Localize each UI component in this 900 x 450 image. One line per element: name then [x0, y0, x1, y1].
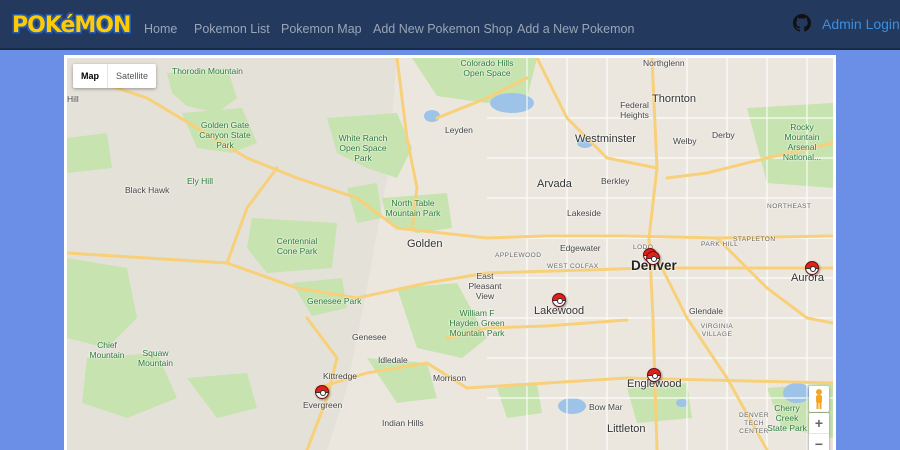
pokemon-marker[interactable]: [805, 261, 819, 275]
map-label: Northglenn: [643, 58, 685, 68]
map-label: Berkley: [601, 176, 630, 186]
nav-add-new-pokemon[interactable]: Add a New Pokemon: [517, 22, 634, 36]
map-label: North Table Mountain Park: [385, 198, 441, 218]
map-label: Leyden: [445, 125, 473, 135]
navbar: POKéMON Home Pokemon List Pokemon Map Ad…: [0, 0, 900, 50]
map-label: Ely Hill: [187, 176, 213, 186]
map-label: Bow Mar: [589, 402, 623, 412]
map-label: NORTHEAST: [767, 203, 812, 210]
pokemon-logo[interactable]: POKéMON: [12, 13, 131, 38]
map-label: Chief Mountain: [89, 340, 125, 360]
map-label: Kittredge: [323, 371, 358, 381]
map-label: Edgewater: [560, 243, 601, 253]
map-label: Genesee Park: [307, 296, 362, 306]
github-icon[interactable]: [793, 14, 811, 32]
map-label: Federal Heights: [620, 100, 649, 120]
map-label: Centennial Cone Park: [276, 236, 318, 256]
map-label: Cherry Creek State Park: [767, 403, 807, 433]
map-container: Map Satellite Thorodin Mountain Hill Gol…: [64, 55, 836, 450]
map-label: Thornton: [652, 93, 697, 105]
map-label: Littleton: [607, 423, 646, 435]
pegman-icon: [816, 389, 822, 409]
map-label: Westminster: [575, 133, 636, 145]
pokemon-marker[interactable]: [646, 251, 660, 265]
map-label: Golden Gate Canyon State Park: [199, 120, 251, 150]
street-view-pegman[interactable]: [809, 386, 829, 412]
map-label: Thorodin Mountain: [172, 66, 243, 76]
pokemon-marker[interactable]: [315, 385, 329, 399]
nav-home[interactable]: Home: [144, 22, 177, 36]
map-type-control: Map Satellite: [73, 64, 157, 88]
nav-pokemon-list[interactable]: Pokemon List: [194, 22, 270, 36]
nav-add-new-pokemon-shop[interactable]: Add New Pokemon Shop: [373, 22, 513, 36]
map-label: Idledale: [378, 355, 408, 365]
admin-login-link[interactable]: Admin Login: [822, 16, 900, 32]
map-label: Hill: [67, 94, 79, 104]
map-type-satellite-button[interactable]: Satellite: [107, 64, 156, 88]
map-label: PARK HILL: [701, 241, 739, 248]
zoom-in-button[interactable]: +: [809, 413, 829, 434]
zoom-control: + −: [809, 413, 829, 450]
map-base-layer: [67, 58, 833, 450]
map-label: Rocky Mountain Arsenal National...: [782, 122, 822, 162]
map-label: APPLEWOOD: [495, 252, 542, 259]
pokemon-marker[interactable]: [552, 293, 566, 307]
map-type-map-button[interactable]: Map: [73, 64, 107, 88]
map-label: Derby: [712, 130, 735, 140]
zoom-out-button[interactable]: −: [809, 434, 829, 450]
map-label: WEST COLFAX: [547, 263, 599, 270]
map-label: Indian Hills: [382, 418, 424, 428]
google-map[interactable]: Map Satellite Thorodin Mountain Hill Gol…: [67, 58, 833, 450]
map-label: East Pleasant View: [468, 271, 502, 301]
map-label: William F Hayden Green Mountain Park: [449, 308, 505, 338]
map-label: Black Hawk: [125, 185, 170, 195]
map-label: Genesee: [352, 332, 387, 342]
map-label: Glendale: [689, 306, 724, 316]
map-label: White Ranch Open Space Park: [338, 133, 388, 163]
map-label: Evergreen: [303, 400, 343, 410]
map-label: Golden: [407, 238, 443, 250]
map-label: Arvada: [537, 178, 572, 190]
map-label: VIRGINIA VILLAGE: [700, 323, 734, 338]
nav-pokemon-map[interactable]: Pokemon Map: [281, 22, 362, 36]
map-label: Squaw Mountain: [138, 348, 173, 368]
map-label: Colorado Hills Open Space: [460, 58, 514, 78]
pokemon-marker[interactable]: [647, 368, 661, 382]
map-label: Welby: [673, 136, 697, 146]
map-label: Lakeside: [567, 208, 602, 218]
map-label: Morrison: [433, 373, 467, 383]
map-label: STAPLETON: [733, 236, 776, 243]
